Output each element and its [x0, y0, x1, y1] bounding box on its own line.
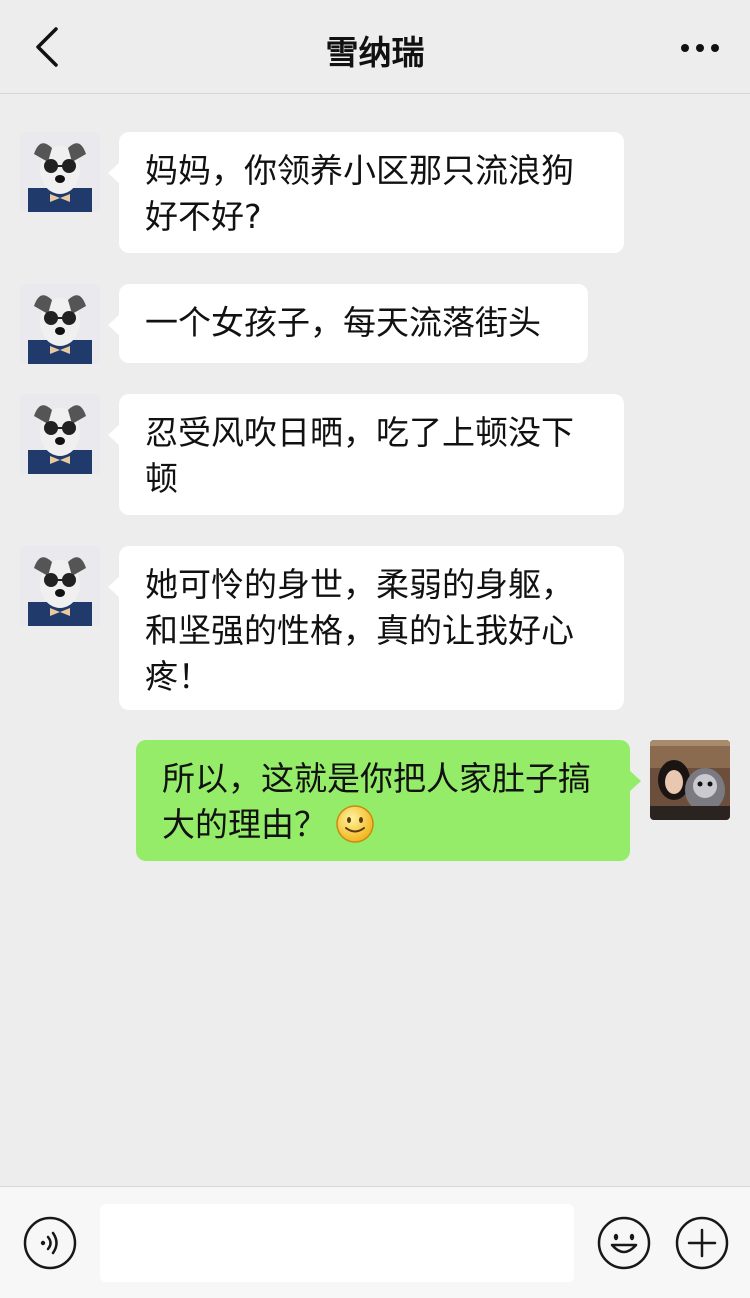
header-bar: 雪纳瑞: [0, 0, 750, 94]
more-button[interactable]: [672, 26, 728, 70]
avatar-dog[interactable]: [20, 284, 100, 364]
voice-icon: [23, 1216, 77, 1270]
message-bubble-incoming[interactable]: 妈妈，你领养小区那只流浪狗 好不好?: [108, 132, 624, 253]
more-dots-icon: [681, 44, 719, 52]
smile-emoji: [335, 804, 375, 856]
message-line: 妈妈，你领养小区那只流浪狗: [145, 151, 574, 190]
message-bubble-outgoing[interactable]: 所以，这就是你把人家肚子搞 大的理由？: [136, 740, 641, 861]
avatar-self[interactable]: [650, 740, 730, 820]
plus-circle-icon: [675, 1216, 729, 1270]
avatar-dog[interactable]: [20, 546, 100, 626]
message-bubble-incoming[interactable]: 忍受风吹日晒，吃了上顿没下 顿: [108, 394, 624, 515]
chat-title: 雪纳瑞: [325, 33, 425, 72]
dog-avatar-image: [20, 284, 100, 364]
dog-avatar-image: [20, 394, 100, 474]
message-bubble-incoming[interactable]: 一个女孩子，每天流落街头: [108, 284, 588, 363]
input-bar: [0, 1186, 750, 1298]
self-avatar-image: [650, 740, 730, 820]
emoji-face-icon: [597, 1216, 651, 1270]
message-line-text: 大的理由？: [162, 805, 327, 844]
dog-avatar-image: [20, 132, 100, 212]
dog-avatar-image: [20, 546, 100, 626]
chat-app: 雪纳瑞 妈妈，你领养小区那只流浪狗 好不好? 一个女孩子，每天流落街头 忍受风吹…: [0, 0, 750, 1298]
message-line: 顿: [145, 459, 178, 498]
avatar-dog[interactable]: [20, 394, 100, 474]
message-line: 好不好?: [145, 197, 262, 236]
message-list: 妈妈，你领养小区那只流浪狗 好不好? 一个女孩子，每天流落街头 忍受风吹日晒，吃…: [0, 95, 750, 1185]
plus-button[interactable]: [674, 1215, 730, 1271]
message-line: 忍受风吹日晒，吃了上顿没下: [145, 413, 574, 452]
message-line: 和坚强的性格，真的让我好心: [145, 611, 574, 650]
message-bubble-incoming[interactable]: 她可怜的身世，柔弱的身躯， 和坚强的性格，真的让我好心 疼！: [108, 546, 624, 710]
message-line: 她可怜的身世，柔弱的身躯，: [145, 565, 574, 604]
emoji-button[interactable]: [596, 1215, 652, 1271]
message-line: 一个女孩子，每天流落街头: [145, 303, 541, 342]
message-line: 所以，这就是你把人家肚子搞: [162, 759, 591, 798]
voice-button[interactable]: [22, 1215, 78, 1271]
message-line-with-emoji: 大的理由？: [162, 802, 602, 856]
message-line: 疼！: [145, 657, 211, 696]
avatar-dog[interactable]: [20, 132, 100, 212]
message-input[interactable]: [100, 1204, 574, 1282]
